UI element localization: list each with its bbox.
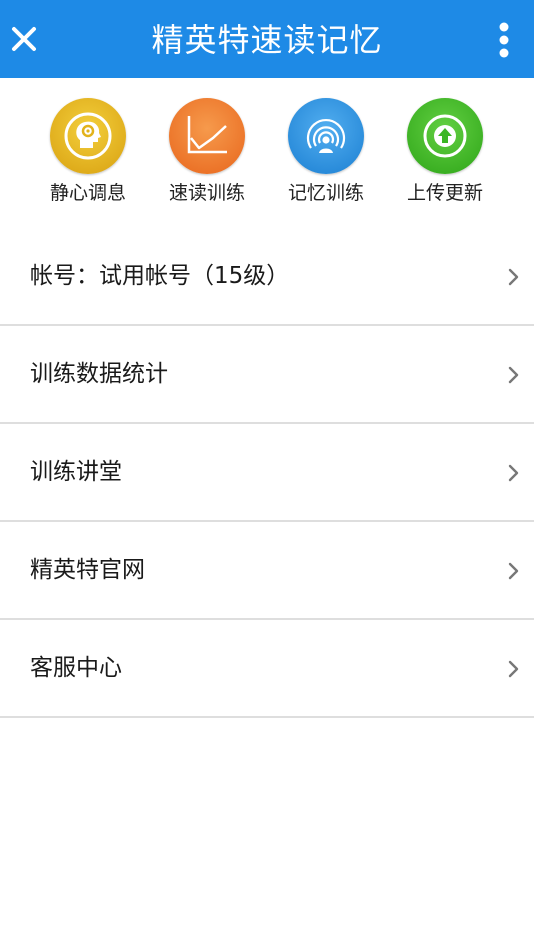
shortcut-bar: 静心调息 速读训练 记忆训练 上传更新 (0, 78, 534, 228)
menu-item-training-lectures[interactable]: 训练讲堂 (0, 424, 534, 522)
shortcut-memory-training[interactable]: 记忆训练 (271, 98, 381, 208)
shortcut-label: 上传更新 (406, 182, 483, 204)
close-button[interactable] (6, 20, 42, 58)
menu-item-label: 训练数据统计 (30, 361, 168, 387)
menu-item-training-stats[interactable]: 训练数据统计 (0, 326, 534, 424)
close-icon (12, 27, 36, 51)
more-vertical-icon (499, 22, 509, 58)
menu-item-label: 客服中心 (30, 655, 122, 681)
shortcut-label: 速读训练 (168, 182, 245, 204)
shortcut-label: 静心调息 (49, 182, 126, 204)
line-chart-icon (187, 116, 227, 154)
memory-signal-icon (306, 118, 346, 153)
page-title: 精英特速读记忆 (151, 21, 383, 59)
menu-item-label: 帐号：试用帐号（15级） (30, 263, 290, 289)
chevron-right-icon (508, 366, 519, 384)
menu-item-official-website[interactable]: 精英特官网 (0, 522, 534, 620)
chevron-right-icon (508, 562, 519, 580)
shortcut-circle (407, 98, 483, 174)
head-meditation-icon (64, 112, 112, 160)
shortcut-label: 记忆训练 (287, 182, 364, 204)
shortcut-circle (288, 98, 364, 174)
shortcut-circle (169, 98, 245, 174)
chevron-right-icon (508, 268, 519, 286)
settings-menu: 帐号：试用帐号（15级） 训练数据统计 训练讲堂 精英特官网 客服中心 (0, 228, 534, 718)
more-options-button[interactable] (490, 20, 518, 60)
shortcut-meditation[interactable]: 静心调息 (33, 98, 143, 208)
upload-arrow-icon (423, 114, 467, 158)
shortcut-upload-update[interactable]: 上传更新 (390, 98, 500, 208)
app-header: 精英特速读记忆 (0, 0, 534, 78)
chevron-right-icon (508, 464, 519, 482)
menu-item-account[interactable]: 帐号：试用帐号（15级） (0, 228, 534, 326)
menu-item-label: 精英特官网 (30, 557, 145, 583)
shortcut-speed-reading[interactable]: 速读训练 (152, 98, 262, 208)
menu-item-customer-service[interactable]: 客服中心 (0, 620, 534, 718)
shortcut-circle (50, 98, 126, 174)
menu-item-label: 训练讲堂 (30, 459, 122, 485)
chevron-right-icon (508, 660, 519, 678)
